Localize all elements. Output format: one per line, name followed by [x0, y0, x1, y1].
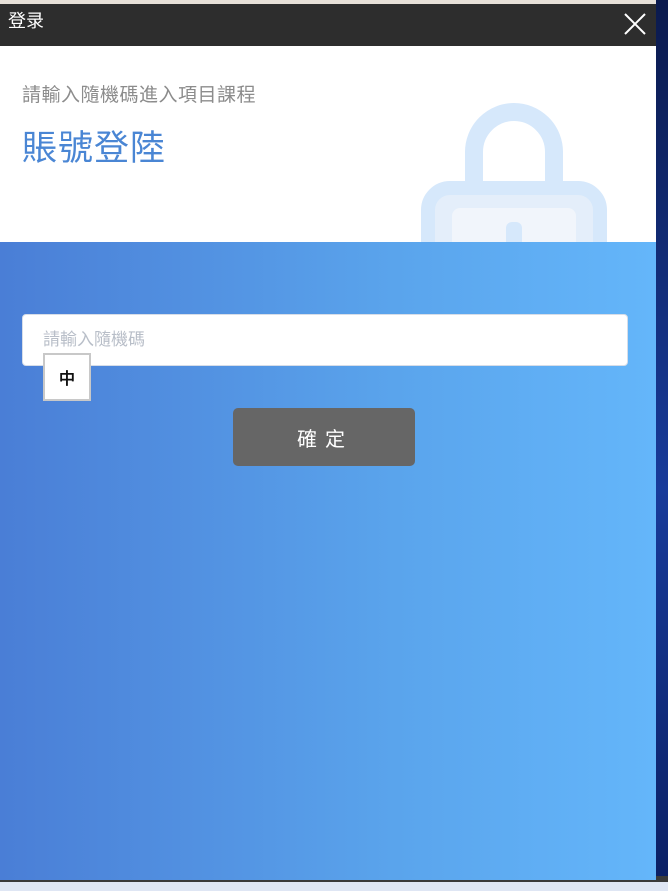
- form-panel: 中 確定: [0, 242, 656, 880]
- taskbar: [0, 882, 668, 891]
- confirm-button[interactable]: 確定: [233, 408, 415, 466]
- random-code-input[interactable]: [22, 314, 628, 366]
- ime-indicator[interactable]: 中: [43, 353, 91, 401]
- window-title: 登录: [8, 11, 44, 32]
- title-bar: 登录: [0, 4, 656, 46]
- login-dialog: 登录 請輸入隨機碼進入項目課程 賬號登陸 中 確定: [0, 0, 656, 880]
- dialog-header: 請輸入隨機碼進入項目課程 賬號登陸: [0, 46, 656, 242]
- lock-icon: [421, 103, 607, 242]
- page-title: 賬號登陸: [22, 129, 167, 169]
- close-button[interactable]: [620, 9, 650, 39]
- header-subtitle: 請輸入隨機碼進入項目課程: [22, 84, 257, 106]
- close-icon: [624, 13, 646, 35]
- desktop-background: [656, 0, 668, 891]
